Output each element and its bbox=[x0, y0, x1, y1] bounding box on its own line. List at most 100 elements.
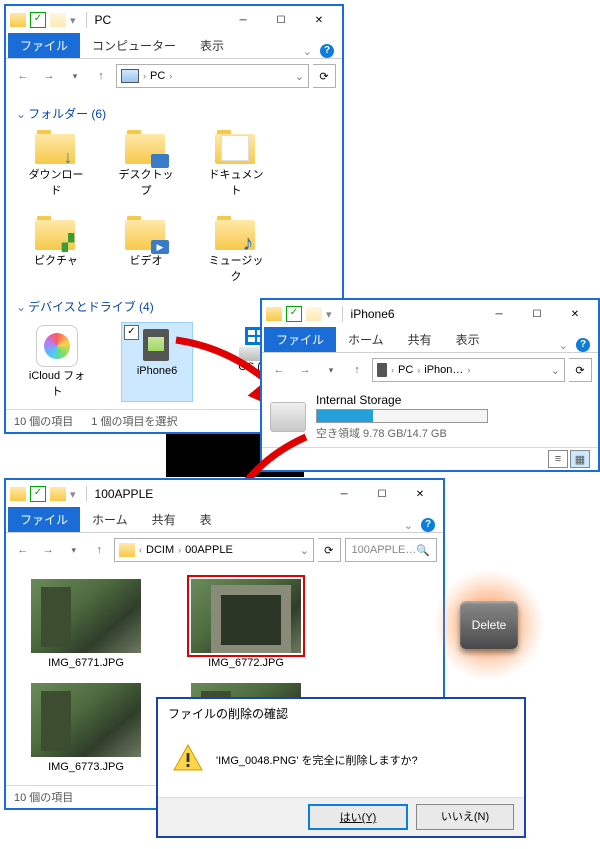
tab-home[interactable]: ホーム bbox=[336, 327, 396, 352]
picture-icon: ▞ bbox=[57, 232, 79, 254]
folder-downloads[interactable]: ↓ ダウンロード bbox=[26, 130, 86, 198]
app-icon bbox=[10, 487, 26, 501]
breadcrumb-100apple[interactable]: 00APPLE bbox=[185, 544, 233, 556]
close-button[interactable]: ✕ bbox=[401, 482, 439, 506]
forward-button[interactable]: → bbox=[294, 359, 316, 381]
qat-dropdown-icon[interactable]: ▾ bbox=[70, 14, 76, 27]
image-thumbnail bbox=[31, 579, 141, 653]
tab-view[interactable]: 表示 bbox=[188, 33, 236, 58]
music-icon: ♪ bbox=[237, 232, 259, 254]
refresh-button[interactable]: ⟳ bbox=[318, 538, 341, 562]
forward-button[interactable]: → bbox=[38, 65, 60, 87]
selection-checkbox[interactable]: ✓ bbox=[124, 325, 139, 340]
storage-item[interactable]: Internal Storage 空き領域 9.78 GB/14.7 GB bbox=[262, 387, 598, 447]
view-icons-button[interactable]: ▦ bbox=[570, 450, 590, 468]
window-title: iPhone6 bbox=[347, 307, 480, 321]
folder-videos[interactable]: ▶ ビデオ bbox=[116, 216, 176, 284]
search-input[interactable]: 100APPLE… 🔍 bbox=[345, 538, 438, 562]
help-icon[interactable]: ? bbox=[576, 338, 590, 352]
image-item-6772[interactable]: IMG_6772.JPG bbox=[186, 579, 306, 669]
help-icon[interactable]: ? bbox=[421, 518, 435, 532]
view-details-button[interactable]: ≡ bbox=[548, 450, 568, 468]
qat-check-icon[interactable]: ✓ bbox=[30, 486, 46, 502]
ribbon-expand-icon[interactable]: ⌄ bbox=[404, 519, 413, 532]
back-button[interactable]: ← bbox=[12, 539, 34, 561]
chevron-right-icon: › bbox=[467, 365, 470, 375]
separator bbox=[86, 486, 87, 502]
qat-folder-icon[interactable] bbox=[50, 487, 66, 501]
chevron-right-icon: ‹ bbox=[139, 545, 142, 555]
back-button[interactable]: ← bbox=[12, 65, 34, 87]
qat-dropdown-icon[interactable]: ▾ bbox=[70, 488, 76, 501]
recent-dropdown[interactable]: ▾ bbox=[64, 65, 86, 87]
ribbon-expand-icon[interactable]: ⌄ bbox=[303, 45, 312, 58]
tab-file[interactable]: ファイル bbox=[8, 33, 80, 58]
folder-desktop[interactable]: デスクトップ bbox=[116, 130, 176, 198]
qat-check-icon[interactable]: ✓ bbox=[30, 12, 46, 28]
folder-documents[interactable]: ドキュメント bbox=[206, 130, 266, 198]
folder-label: ダウンロード bbox=[26, 166, 86, 198]
breadcrumb-dcim[interactable]: DCIM bbox=[146, 544, 174, 556]
yes-button[interactable]: はい(Y) bbox=[308, 804, 408, 830]
tab-view[interactable]: 表示 bbox=[444, 327, 492, 352]
storage-drive-icon bbox=[270, 402, 306, 432]
tab-share[interactable]: 共有 bbox=[396, 327, 444, 352]
forward-button[interactable]: → bbox=[38, 539, 60, 561]
tab-view[interactable]: 表 bbox=[188, 507, 224, 532]
minimize-button[interactable]: ─ bbox=[224, 8, 262, 32]
no-button[interactable]: いいえ(N) bbox=[416, 804, 514, 830]
tab-share[interactable]: 共有 bbox=[140, 507, 188, 532]
tab-home[interactable]: ホーム bbox=[80, 507, 140, 532]
back-button[interactable]: ← bbox=[268, 359, 290, 381]
maximize-button[interactable]: ☐ bbox=[262, 8, 300, 32]
storage-name: Internal Storage bbox=[316, 393, 488, 407]
up-button[interactable]: ↑ bbox=[346, 359, 368, 381]
drive-iphone6[interactable]: ✓ iPhone6 bbox=[122, 323, 192, 401]
window-iphone: ✓ ▾ iPhone6 ─ ☐ ✕ ファイル ホーム 共有 表示 ⌄ ? ← →… bbox=[260, 298, 600, 472]
recent-dropdown[interactable]: ▾ bbox=[320, 359, 342, 381]
up-button[interactable]: ↑ bbox=[90, 65, 112, 87]
titlebar: ✓ ▾ 100APPLE ─ ☐ ✕ bbox=[6, 480, 443, 508]
ribbon-tabs: ファイル ホーム 共有 表 ⌄ ? bbox=[6, 508, 443, 533]
breadcrumb-pc[interactable]: PC bbox=[398, 364, 413, 376]
recent-dropdown[interactable]: ▾ bbox=[63, 539, 85, 561]
minimize-button[interactable]: ─ bbox=[325, 482, 363, 506]
icloud-photos-icon bbox=[36, 325, 78, 367]
chevron-right-icon: › bbox=[143, 71, 146, 81]
breadcrumb-iphone[interactable]: iPhon… bbox=[424, 364, 463, 376]
qat-folder-icon[interactable] bbox=[306, 307, 322, 321]
address-bar[interactable]: › PC › ⌄ bbox=[116, 64, 309, 88]
qat-check-icon[interactable]: ✓ bbox=[286, 306, 302, 322]
up-button[interactable]: ↑ bbox=[89, 539, 111, 561]
refresh-button[interactable]: ⟳ bbox=[569, 358, 592, 382]
tab-file[interactable]: ファイル bbox=[264, 327, 336, 352]
folder-music[interactable]: ♪ ミュージック bbox=[206, 216, 266, 284]
address-bar[interactable]: › PC › iPhon… › ⌄ bbox=[372, 358, 565, 382]
minimize-button[interactable]: ─ bbox=[480, 302, 518, 326]
close-button[interactable]: ✕ bbox=[300, 8, 338, 32]
qat-folder-icon[interactable] bbox=[50, 13, 66, 27]
qat-dropdown-icon[interactable]: ▾ bbox=[326, 308, 332, 321]
image-item-6771[interactable]: IMG_6771.JPG bbox=[26, 579, 146, 669]
refresh-button[interactable]: ⟳ bbox=[313, 64, 336, 88]
folder-pictures[interactable]: ▞ ピクチャ bbox=[26, 216, 86, 284]
address-dropdown-icon[interactable]: ⌄ bbox=[295, 70, 304, 83]
image-item-6773[interactable]: IMG_6773.JPG bbox=[26, 683, 146, 773]
address-dropdown-icon[interactable]: ⌄ bbox=[300, 544, 309, 557]
maximize-button[interactable]: ☐ bbox=[363, 482, 401, 506]
ribbon-tabs: ファイル コンピューター 表示 ⌄ ? bbox=[6, 34, 342, 59]
address-dropdown-icon[interactable]: ⌄ bbox=[551, 364, 560, 377]
phone-icon bbox=[139, 325, 175, 365]
search-icon: 🔍 bbox=[416, 544, 430, 557]
breadcrumb-pc[interactable]: PC bbox=[150, 70, 165, 82]
close-button[interactable]: ✕ bbox=[556, 302, 594, 326]
maximize-button[interactable]: ☐ bbox=[518, 302, 556, 326]
storage-detail: 空き領域 9.78 GB/14.7 GB bbox=[316, 425, 488, 441]
address-bar[interactable]: ‹ DCIM › 00APPLE ⌄ bbox=[114, 538, 314, 562]
tab-file[interactable]: ファイル bbox=[8, 507, 80, 532]
help-icon[interactable]: ? bbox=[320, 44, 334, 58]
ribbon-expand-icon[interactable]: ⌄ bbox=[559, 339, 568, 352]
group-folders-header[interactable]: ⌄フォルダー (6) bbox=[16, 105, 332, 122]
drive-icloud-photos[interactable]: iCloud フォト bbox=[22, 323, 92, 401]
tab-computer[interactable]: コンピューター bbox=[80, 33, 188, 58]
